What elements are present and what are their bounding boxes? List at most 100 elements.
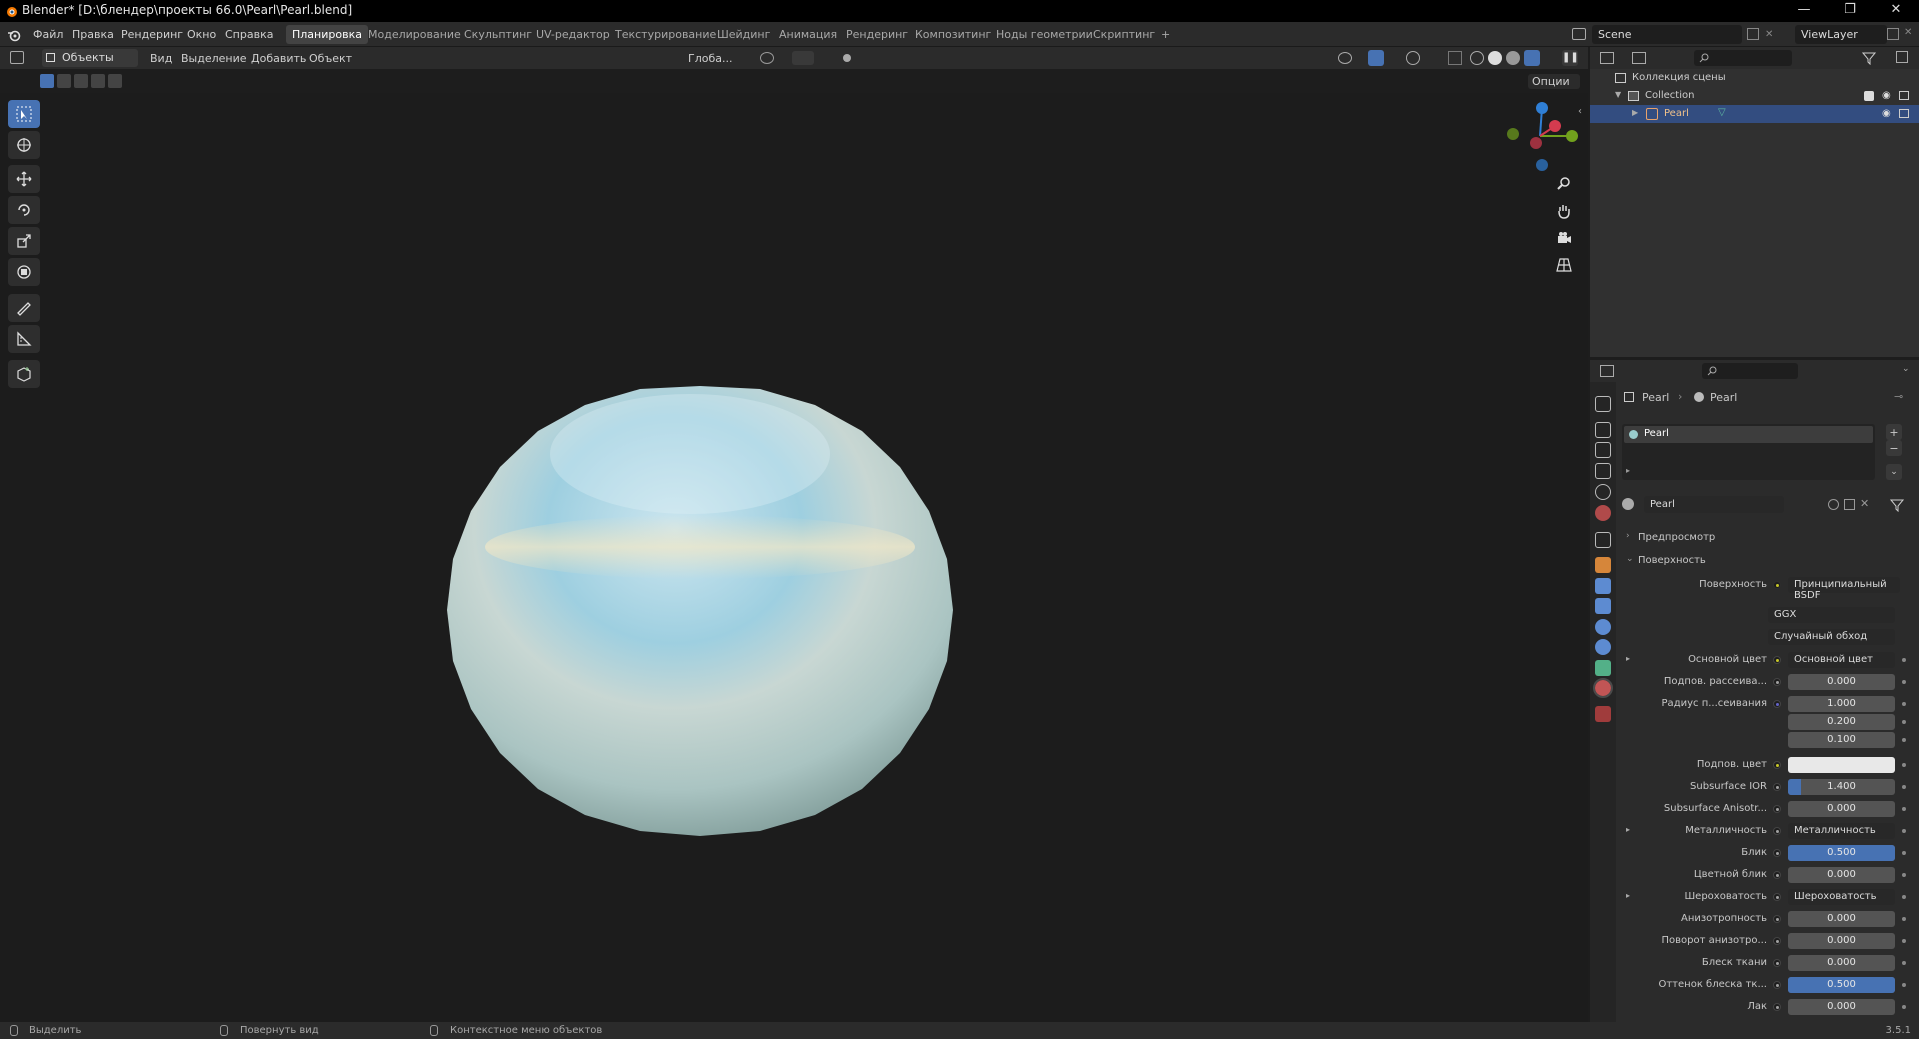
proportional-edit-icon[interactable] (843, 54, 851, 62)
select-box-tool[interactable] (8, 100, 40, 128)
options-dropdown[interactable]: Опции (1528, 74, 1580, 89)
number-field[interactable]: 1.000 (1788, 696, 1895, 712)
socket-link-icon[interactable] (1773, 849, 1781, 857)
keyframe-dot-icon[interactable] (1902, 702, 1906, 706)
viewport-menu-view[interactable]: Вид (150, 52, 172, 65)
wireframe-shading-icon[interactable] (1470, 51, 1484, 65)
move-tool[interactable] (8, 165, 40, 193)
socket-link-icon[interactable] (1773, 783, 1781, 791)
expand-socket-arrow-icon[interactable]: ▸ (1626, 654, 1630, 663)
gizmo-x-axis[interactable] (1549, 120, 1561, 132)
add-cube-tool[interactable] (8, 360, 40, 388)
outliner-row-scene-collection[interactable]: Коллекция сцены (1590, 69, 1919, 87)
number-field[interactable]: 0.100 (1788, 732, 1895, 748)
overlay-toggle[interactable] (1406, 51, 1420, 65)
subsurface-method-dropdown[interactable]: Случайный обход (1768, 629, 1895, 645)
socket-link-icon[interactable] (1773, 805, 1781, 813)
tool-tab-icon[interactable] (1595, 396, 1611, 412)
tab-animation[interactable]: Анимация (773, 25, 843, 44)
gizmo-toggle[interactable] (1368, 50, 1384, 66)
pan-hand-icon[interactable] (1556, 203, 1572, 219)
socket-link-icon[interactable] (1773, 1003, 1781, 1011)
texture-tab-icon[interactable] (1595, 706, 1611, 722)
gizmo-neg-z-axis[interactable] (1536, 159, 1548, 171)
camera-render-icon[interactable] (1899, 91, 1909, 100)
keyframe-dot-icon[interactable] (1902, 873, 1906, 877)
color-swatch[interactable] (1788, 757, 1895, 773)
number-field[interactable]: 0.000 (1788, 999, 1895, 1015)
surface-shader-field[interactable]: Принципиальный BSDF (1788, 577, 1900, 601)
keyframe-dot-icon[interactable] (1902, 895, 1906, 899)
transform-tool[interactable] (8, 258, 40, 286)
socket-link-icon[interactable] (1773, 937, 1781, 945)
menu-help[interactable]: Справка (225, 28, 273, 41)
preview-panel-header[interactable]: › Предпросмотр (1622, 528, 1912, 548)
socket-link-icon[interactable] (1773, 959, 1781, 967)
mesh-data-tab-icon[interactable] (1595, 660, 1611, 676)
expand-socket-arrow-icon[interactable]: ▸ (1626, 825, 1630, 834)
tab-compositing[interactable]: Композитинг (909, 25, 997, 44)
viewport-menu-object[interactable]: Объект (309, 52, 352, 65)
select-extend-icon[interactable] (57, 74, 71, 88)
sidebar-toggle-icon[interactable]: ‹ (1578, 106, 1582, 117)
slider-field[interactable]: 0.500 (1788, 845, 1895, 861)
socket-link-icon[interactable] (1773, 761, 1781, 769)
pivot-icon[interactable] (760, 52, 774, 64)
outliner-editor-type-icon[interactable] (1600, 52, 1614, 64)
material-slot-item[interactable]: Pearl (1624, 426, 1873, 443)
properties-search-input[interactable] (1702, 363, 1798, 379)
keyframe-dot-icon[interactable] (1902, 851, 1906, 855)
mesh-data-icon[interactable]: ▽ (1718, 107, 1726, 118)
keyframe-dot-icon[interactable] (1902, 939, 1906, 943)
add-slot-button[interactable]: + (1886, 424, 1902, 440)
number-field[interactable]: 0.000 (1788, 801, 1895, 817)
delete-view-layer-icon[interactable]: ✕ (1904, 27, 1912, 38)
socket-link-icon[interactable] (1773, 981, 1781, 989)
keyframe-dot-icon[interactable] (1902, 983, 1906, 987)
fake-user-icon[interactable] (1828, 499, 1839, 510)
object-tab-icon[interactable] (1595, 557, 1611, 573)
solid-shading-icon[interactable] (1488, 51, 1502, 65)
new-scene-icon[interactable] (1747, 28, 1759, 40)
filter-icon[interactable] (1862, 51, 1876, 65)
number-field[interactable]: 0.000 (1788, 955, 1895, 971)
number-field[interactable]: 0.200 (1788, 714, 1895, 730)
select-subtract-icon[interactable] (74, 74, 88, 88)
perspective-grid-icon[interactable] (1556, 257, 1572, 273)
material-tab-icon[interactable] (1593, 678, 1613, 698)
menu-edit[interactable]: Правка (72, 28, 114, 41)
socket-link-icon[interactable] (1773, 915, 1781, 923)
properties-editor-type-icon[interactable] (1600, 365, 1614, 377)
slider-field[interactable]: 0.500 (1788, 977, 1895, 993)
keyframe-dot-icon[interactable] (1902, 738, 1906, 742)
rendered-shading-icon[interactable] (1524, 50, 1540, 66)
scene-icon[interactable] (1572, 28, 1586, 40)
add-workspace-button[interactable]: + (1155, 25, 1176, 44)
scene-selector[interactable]: Scene (1592, 25, 1742, 44)
delete-scene-icon[interactable]: ✕ (1765, 29, 1777, 41)
outliner-row-pearl[interactable]: ▶ Pearl ▽ ◉ (1590, 105, 1919, 123)
gizmo-neg-x-axis[interactable] (1530, 137, 1542, 149)
viewport-menu-add[interactable]: Добавить (251, 52, 306, 65)
close-button[interactable]: ✕ (1873, 2, 1919, 20)
material-shading-icon[interactable] (1506, 51, 1520, 65)
minimize-button[interactable]: — (1781, 2, 1827, 20)
eye-icon[interactable]: ◉ (1882, 90, 1891, 101)
keyframe-dot-icon[interactable] (1902, 785, 1906, 789)
options-chevron-icon[interactable]: ⌄ (1902, 364, 1910, 374)
transform-orientation-selector[interactable]: Глоба... (688, 52, 750, 65)
tab-layout[interactable]: Планировка (286, 25, 368, 44)
distribution-dropdown[interactable]: GGX (1768, 607, 1895, 623)
tab-uv-editing[interactable]: UV-редактор (530, 25, 616, 44)
socket-link-icon[interactable] (1773, 871, 1781, 879)
rotate-tool[interactable] (8, 196, 40, 224)
expand-arrow-icon[interactable]: ▶ (1632, 108, 1638, 117)
measure-tool[interactable] (8, 325, 40, 353)
expand-socket-arrow-icon[interactable]: ▸ (1626, 891, 1630, 900)
linked-input-field[interactable]: Металличность (1788, 823, 1895, 839)
tab-shading[interactable]: Шейдинг (711, 25, 776, 44)
display-mode-icon[interactable] (1632, 52, 1646, 64)
number-field[interactable]: 0.000 (1788, 933, 1895, 949)
select-intersect-icon[interactable] (108, 74, 122, 88)
zoom-icon[interactable] (1556, 176, 1572, 192)
